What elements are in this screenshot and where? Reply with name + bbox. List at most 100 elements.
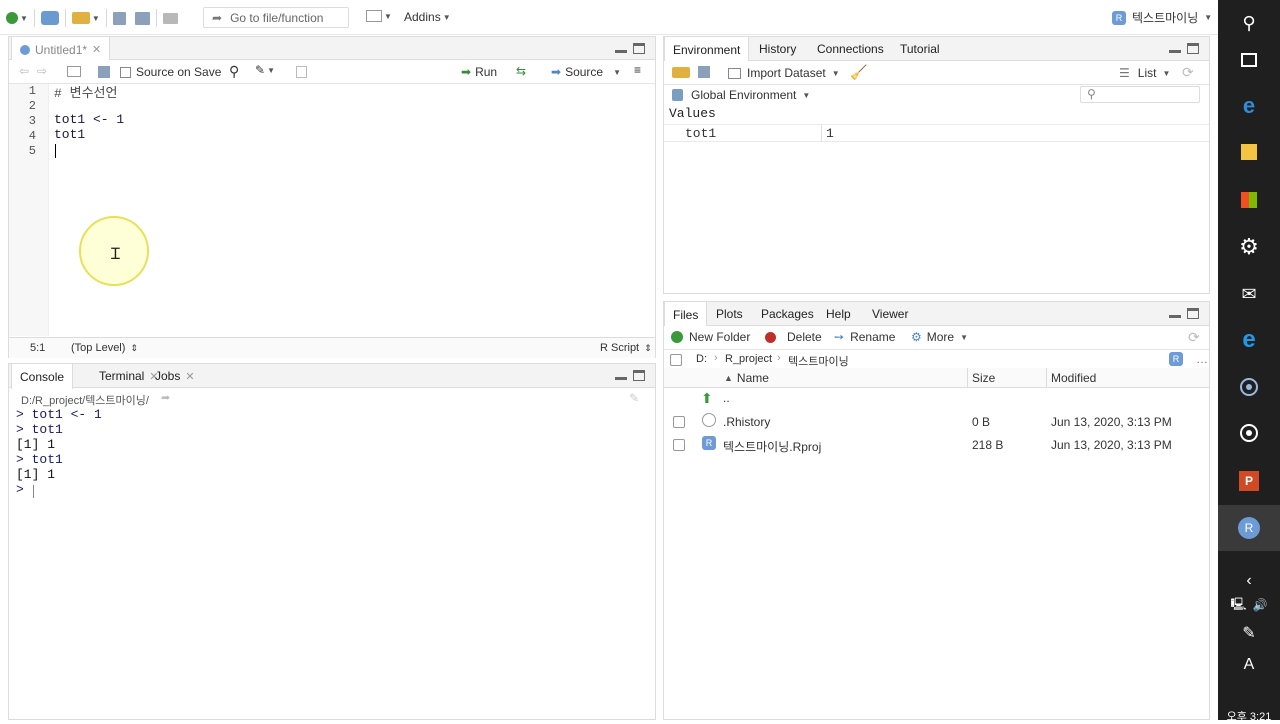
minimize-icon[interactable]: [615, 43, 627, 53]
rerun-icon[interactable]: ⇆: [516, 64, 526, 78]
save-all-icon[interactable]: [134, 11, 150, 25]
breadcrumb-folder[interactable]: R_project: [725, 353, 772, 365]
tab-viewer[interactable]: Viewer: [864, 302, 916, 326]
addins-menu[interactable]: Addins ▼: [404, 10, 451, 24]
taskbar-store[interactable]: [1218, 177, 1280, 223]
import-dataset-button[interactable]: Import Dataset ▼: [728, 66, 840, 80]
code-editor[interactable]: 1 2 3 4 5 # 변수선언 tot1 <- 1 tot1: [9, 84, 655, 336]
open-folder-icon[interactable]: [71, 12, 90, 24]
filetype-menu[interactable]: R Script ⇕: [600, 342, 652, 354]
more-options-icon[interactable]: …: [1196, 352, 1208, 366]
checkbox-box[interactable]: [120, 66, 131, 78]
new-folder-button[interactable]: New Folder: [671, 330, 750, 344]
save-file-icon[interactable]: [98, 66, 110, 78]
taskbar-clock[interactable]: 오후 3:21: [1218, 708, 1280, 724]
console-output[interactable]: > tot1 <- 1 > tot1 [1] 1 > tot1 [1] 1 >: [9, 407, 655, 719]
goto-file-input[interactable]: ➦ Go to file/function: [203, 7, 349, 28]
taskbar-internet-explorer[interactable]: e: [1218, 317, 1280, 363]
view-mode-menu[interactable]: ☰ List ▼: [1119, 66, 1170, 80]
load-workspace-icon[interactable]: [672, 67, 690, 78]
maximize-icon[interactable]: [1187, 43, 1199, 54]
select-all-checkbox[interactable]: [670, 354, 682, 366]
document-outline-icon[interactable]: ≡: [634, 63, 641, 77]
tab-tutorial[interactable]: Tutorial: [892, 37, 948, 61]
forward-arrow-icon[interactable]: ⇨: [37, 64, 47, 78]
save-workspace-icon[interactable]: [698, 66, 710, 78]
maximize-icon[interactable]: [633, 43, 645, 54]
new-file-caret-icon[interactable]: ▼: [20, 14, 28, 23]
save-icon[interactable]: [112, 11, 126, 25]
working-dir-path[interactable]: D:/R_project/텍스트마이닝/: [21, 392, 149, 408]
show-in-window-icon[interactable]: [67, 66, 81, 77]
close-tab-icon[interactable]: ✕: [92, 43, 101, 56]
new-project-icon[interactable]: [40, 11, 59, 25]
source-button[interactable]: ➡ Source ▼: [551, 65, 621, 79]
tab-packages[interactable]: Packages: [753, 302, 822, 326]
size-column-header[interactable]: Size: [972, 371, 995, 385]
minimize-icon[interactable]: [1169, 308, 1181, 318]
toolbar-divider: [105, 9, 107, 27]
maximize-icon[interactable]: [1187, 308, 1199, 319]
more-label: More: [926, 330, 955, 344]
print-icon[interactable]: [162, 12, 178, 24]
taskbar-edge[interactable]: e: [1218, 83, 1280, 129]
rename-button[interactable]: ➙ Rename: [834, 330, 895, 344]
environment-search-input[interactable]: ⚲: [1080, 86, 1200, 103]
tab-files[interactable]: Files: [664, 302, 708, 327]
breadcrumb-drive[interactable]: D:: [696, 353, 707, 365]
taskbar-input-language[interactable]: A: [1218, 642, 1280, 688]
tab-connections[interactable]: Connections: [809, 37, 892, 61]
file-checkbox[interactable]: [673, 416, 685, 428]
clear-workspace-broom-icon[interactable]: 🧹: [850, 64, 867, 81]
goto-dir-icon[interactable]: ➦: [161, 391, 170, 404]
environment-scope-menu[interactable]: Global Environment ▼: [672, 88, 810, 102]
file-row[interactable]: .Rhistory 0 B Jun 13, 2020, 3:13 PM: [664, 410, 1209, 433]
close-tab-icon[interactable]: ✕: [185, 370, 194, 383]
env-variable-row[interactable]: tot1 1: [664, 125, 1209, 142]
breadcrumb-folder[interactable]: 텍스트마이닝: [788, 353, 849, 369]
back-arrow-icon[interactable]: ⇦: [19, 64, 29, 78]
tab-console[interactable]: Console: [11, 364, 74, 389]
name-column-header[interactable]: ▲ Name: [724, 371, 769, 385]
project-r-icon[interactable]: R: [1169, 352, 1183, 366]
taskbar-powerpoint[interactable]: P: [1218, 458, 1280, 504]
file-checkbox[interactable]: [673, 439, 685, 451]
taskbar-settings[interactable]: ⚙: [1218, 224, 1280, 270]
maximize-icon[interactable]: [633, 370, 645, 381]
taskbar-task-view[interactable]: [1218, 37, 1280, 83]
taskbar-app-1[interactable]: [1218, 364, 1280, 410]
tab-jobs[interactable]: Jobs ✕: [147, 364, 203, 388]
delete-button[interactable]: Delete: [765, 330, 822, 344]
more-menu[interactable]: ⚙ More ▼: [911, 330, 968, 344]
taskbar-mail[interactable]: ✉: [1218, 271, 1280, 317]
minimize-icon[interactable]: [615, 370, 627, 380]
file-row[interactable]: R 텍스트마이닝.Rproj 218 B Jun 13, 2020, 3:13 …: [664, 433, 1209, 456]
taskbar-rstudio[interactable]: R: [1218, 505, 1280, 551]
run-button[interactable]: ➡ Run: [461, 65, 497, 79]
refresh-icon[interactable]: ⟳: [1182, 64, 1194, 81]
taskbar-app-2[interactable]: [1218, 410, 1280, 456]
search-icon[interactable]: ⚲: [229, 63, 239, 80]
tab-untitled1[interactable]: Untitled1* ✕: [11, 37, 111, 62]
tab-plots[interactable]: Plots: [708, 302, 751, 326]
tab-help[interactable]: Help: [818, 302, 859, 326]
clear-console-icon[interactable]: ✎: [629, 391, 639, 405]
tab-history[interactable]: History: [751, 37, 804, 61]
parent-dir-row[interactable]: ⬆ ..: [664, 388, 1209, 410]
file-name[interactable]: 텍스트마이닝.Rproj: [723, 438, 821, 455]
grid-layout-icon[interactable]: [366, 10, 382, 22]
new-file-icon[interactable]: [6, 12, 18, 24]
project-menu[interactable]: R 텍스트마이닝 ▼: [1112, 9, 1212, 26]
refresh-files-icon[interactable]: ⟳: [1188, 329, 1200, 346]
tab-environment[interactable]: Environment: [664, 37, 750, 62]
open-caret-icon[interactable]: ▼: [92, 14, 100, 23]
modified-column-header[interactable]: Modified: [1051, 371, 1096, 385]
code-tools-wand-icon[interactable]: ✎ ▼: [255, 63, 275, 77]
scope-menu[interactable]: (Top Level) ⇕: [71, 342, 138, 354]
compile-report-icon[interactable]: [296, 66, 307, 78]
file-name[interactable]: .Rhistory: [723, 415, 770, 429]
minimize-icon[interactable]: [1169, 43, 1181, 53]
taskbar-file-explorer[interactable]: [1218, 129, 1280, 175]
layout-caret-icon[interactable]: ▼: [384, 12, 392, 21]
source-on-save-checkbox[interactable]: Source on Save: [120, 65, 221, 79]
